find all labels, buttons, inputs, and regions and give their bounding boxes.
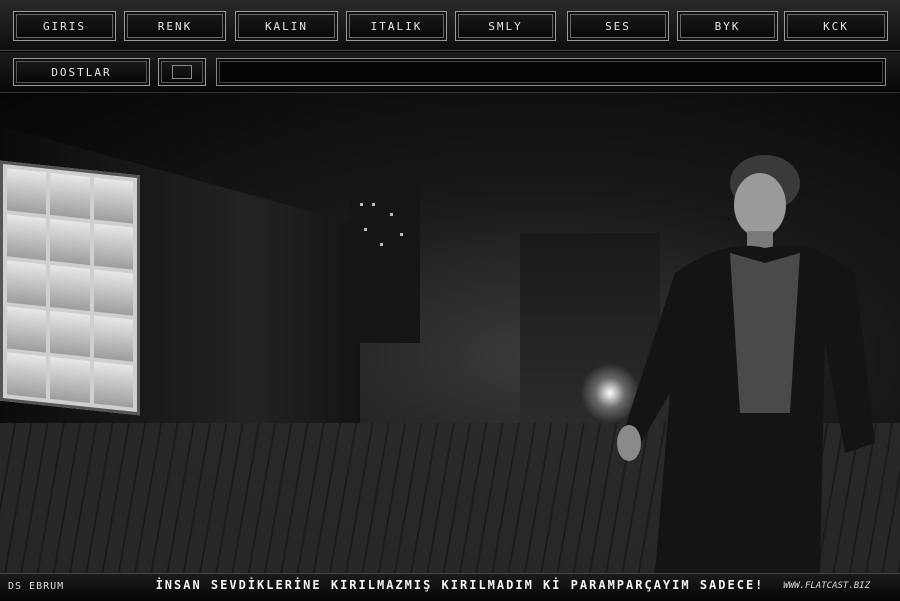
smly-button[interactable]: SMLY: [455, 11, 556, 41]
message-input[interactable]: [216, 58, 886, 86]
top-toolbar: GIRIS RENK KALIN ITALIK SMLY SES BYK KCK: [0, 0, 900, 51]
renk-button[interactable]: RENK: [124, 11, 226, 41]
credit-text: DS EBRUM: [8, 581, 65, 592]
kck-button[interactable]: KCK: [784, 11, 888, 41]
distant-tower: [350, 183, 420, 343]
byk-button[interactable]: BYK: [677, 11, 778, 41]
giris-button[interactable]: GIRIS: [13, 11, 116, 41]
kalin-button[interactable]: KALIN: [235, 11, 338, 41]
square-icon: [172, 65, 192, 79]
garage-window: [0, 160, 140, 416]
dostlar-button[interactable]: DOSTLAR: [13, 58, 150, 86]
man-figure: [617, 155, 875, 573]
blank-button[interactable]: [158, 58, 206, 86]
chat-input-bar: DOSTLAR: [0, 52, 900, 93]
background-photo: [0, 93, 900, 573]
italik-button[interactable]: ITALIK: [346, 11, 447, 41]
ses-button[interactable]: SES: [567, 11, 669, 41]
marquee-text: İNSAN SEVDİKLERİNE KIRILMAZMIŞ KIRILMADI…: [155, 578, 765, 592]
footer-bar: DS EBRUM İNSAN SEVDİKLERİNE KIRILMAZMIŞ …: [0, 573, 900, 601]
site-link[interactable]: WWW.FLATCAST.BIZ: [783, 581, 870, 591]
